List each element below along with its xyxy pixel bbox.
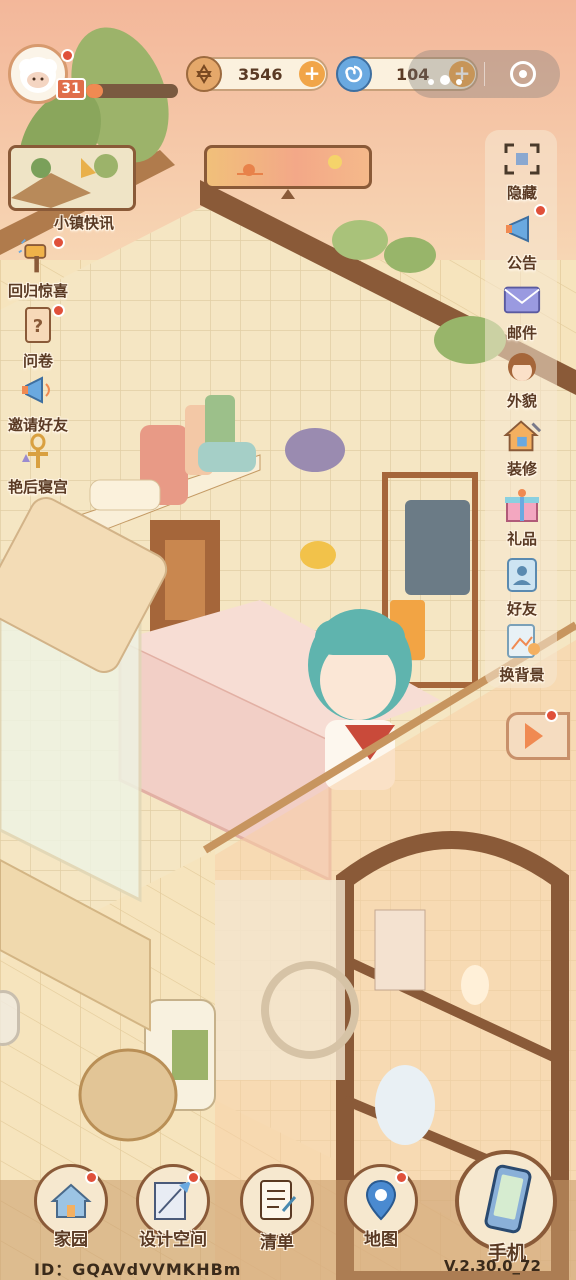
- level-value: 31: [61, 81, 81, 97]
- gift-button[interactable]: 礼品: [494, 486, 550, 549]
- questionnaire-button[interactable]: ? 问卷: [2, 304, 74, 371]
- return-surprise-button[interactable]: 回归惊喜: [2, 236, 74, 301]
- design-space-badge: [187, 1171, 200, 1184]
- phone-icon: [484, 1164, 532, 1234]
- mail-button[interactable]: 邮件: [494, 280, 550, 343]
- renovate-button[interactable]: 装修: [494, 416, 550, 479]
- avatar-notification-badge: [61, 49, 74, 62]
- svg-text:?: ?: [33, 316, 43, 337]
- capsule-divider: [484, 62, 485, 86]
- level-badge: 31: [56, 78, 86, 100]
- hide-frame-icon: [504, 143, 540, 175]
- appearance-icon: [508, 353, 536, 381]
- player-id-text: ID：GQAVdVVMKHBm: [34, 1260, 242, 1279]
- coin-icon: [186, 56, 222, 92]
- checklist-icon: [260, 1180, 297, 1220]
- queen-palace-label: 艳后寝宫: [7, 478, 68, 496]
- more-dots-icon: [428, 79, 434, 85]
- add-coins-button[interactable]: +: [299, 61, 325, 87]
- gift-label: 礼品: [506, 530, 537, 548]
- renovate-label: 装修: [506, 460, 537, 478]
- mail-icon: [503, 286, 541, 314]
- version-text: V.2.30.0_72: [444, 1257, 541, 1275]
- target-close-icon: [519, 70, 527, 78]
- hide-ui-label: 隐藏: [506, 184, 537, 202]
- town-news-thumbnail-icon: [11, 148, 133, 208]
- experience-bar: [86, 84, 178, 98]
- renovate-icon: [503, 420, 542, 452]
- experience-bar-fill: [86, 84, 103, 98]
- map-label: 地图: [364, 1230, 398, 1250]
- town-news-button[interactable]: [8, 145, 136, 211]
- friends-button[interactable]: 好友: [494, 556, 550, 619]
- more-options-button[interactable]: [428, 70, 468, 85]
- questionnaire-label: 问卷: [22, 352, 53, 370]
- close-miniprogram-button[interactable]: [510, 61, 536, 87]
- change-background-label: 换背景: [499, 666, 545, 684]
- swirl-gem-icon: [336, 56, 372, 92]
- left-edge-handle[interactable]: [0, 990, 20, 1046]
- coin-counter: 3546 +: [186, 56, 328, 92]
- announcement-label: 公告: [506, 254, 537, 272]
- ankh-crown-icon: [22, 433, 48, 468]
- gift-icon: [505, 489, 539, 522]
- return-surprise-label: 回归惊喜: [7, 282, 68, 300]
- friends-icon: [507, 558, 537, 592]
- time-of-day-bar[interactable]: [204, 145, 372, 189]
- announcement-button[interactable]: 公告: [494, 204, 550, 273]
- home-badge: [85, 1171, 98, 1184]
- queen-palace-button[interactable]: 艳后寝宫: [2, 432, 74, 497]
- map-badge: [395, 1171, 408, 1184]
- play-arrow-icon: [525, 723, 543, 749]
- coin-amount: 3546: [238, 65, 283, 84]
- checklist-button[interactable]: [240, 1164, 314, 1238]
- town-news-label: 小镇快讯: [53, 214, 114, 232]
- appearance-label: 外貌: [506, 392, 537, 410]
- design-space-label: 设计空间: [139, 1230, 207, 1250]
- return-surprise-badge: [52, 236, 65, 249]
- appearance-button[interactable]: 外貌: [494, 348, 550, 411]
- change-background-button[interactable]: 换背景: [494, 622, 550, 685]
- sunrise-icon: [237, 155, 342, 176]
- phone-button[interactable]: [455, 1150, 557, 1252]
- questionnaire-badge: [52, 304, 65, 317]
- mail-label: 邮件: [506, 324, 537, 342]
- background-icon: [507, 624, 540, 658]
- expand-arrow-badge: [545, 709, 558, 722]
- time-of-day-pointer-icon: [281, 189, 295, 199]
- expand-arrow-button[interactable]: [506, 709, 570, 760]
- announcement-badge: [534, 204, 547, 217]
- invite-friends-button[interactable]: 邀请好友: [2, 370, 74, 435]
- friends-label: 好友: [506, 600, 537, 618]
- checklist-label: 清单: [260, 1233, 294, 1253]
- miniprogram-capsule: [408, 50, 560, 98]
- hide-ui-button[interactable]: 隐藏: [494, 140, 550, 203]
- megaphone-icon: [22, 376, 50, 404]
- home-label: 家园: [54, 1230, 88, 1250]
